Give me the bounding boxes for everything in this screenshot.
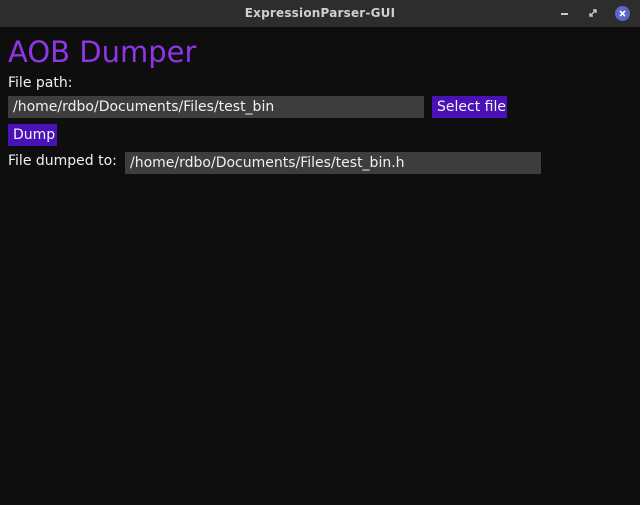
file-path-input[interactable]: /home/rdbo/Documents/Files/test_bin [8, 96, 424, 118]
close-button[interactable] [613, 4, 631, 22]
main-content: AOB Dumper File path: /home/rdbo/Documen… [0, 27, 640, 505]
select-file-button[interactable]: Select file [432, 96, 507, 118]
app-window: ExpressionParser-GUI AOB Dumper File pat… [0, 0, 640, 505]
minimize-icon [560, 13, 568, 15]
dump-button[interactable]: Dump [8, 124, 57, 146]
window-title: ExpressionParser-GUI [244, 6, 396, 20]
restore-icon [589, 9, 597, 17]
close-icon [614, 5, 630, 21]
restore-button[interactable] [584, 4, 602, 22]
file-dumped-label: File dumped to: [8, 153, 117, 169]
page-title: AOB Dumper [8, 35, 197, 69]
output-path-field[interactable]: /home/rdbo/Documents/Files/test_bin.h [125, 152, 541, 174]
title-bar: ExpressionParser-GUI [0, 0, 640, 27]
minimize-button[interactable] [555, 4, 573, 22]
file-path-label: File path: [8, 75, 73, 91]
